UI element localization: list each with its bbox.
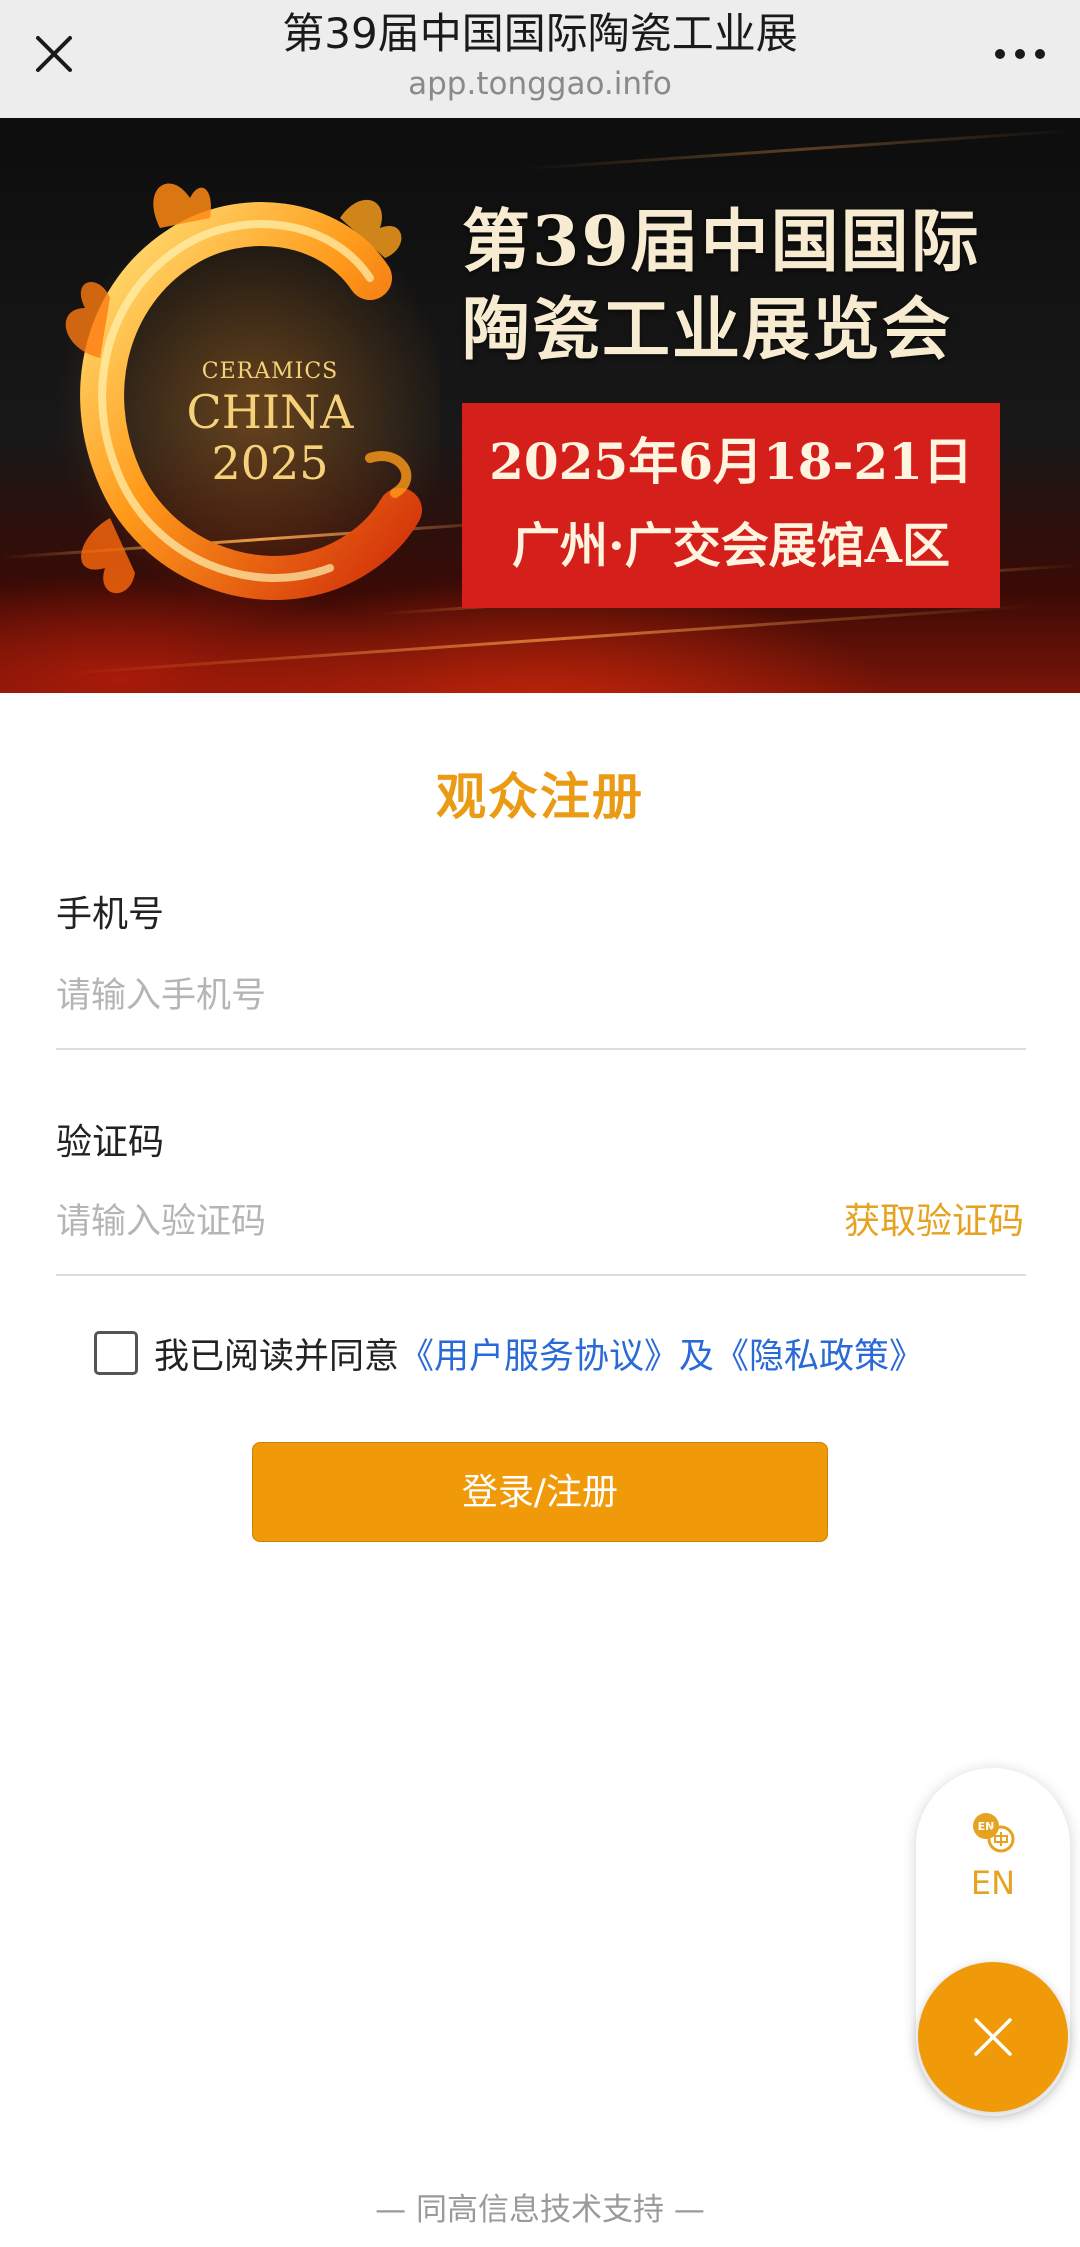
agreement-conjunction: 及 — [679, 1336, 715, 1377]
agreement-checkbox[interactable] — [94, 1331, 138, 1375]
phone-label: 手机号 — [56, 894, 165, 935]
phone-input[interactable] — [56, 968, 816, 1024]
get-code-button[interactable]: 获取验证码 — [844, 1194, 1024, 1250]
close-icon — [974, 2018, 1012, 2056]
event-banner: CERAMICS CHINA 2025 第39届中国国际 陶瓷工业展览会 202… — [0, 118, 1080, 693]
language-switch-icon: EN — [916, 1808, 1070, 1858]
code-label: 验证码 — [56, 1122, 165, 1163]
code-input[interactable] — [56, 1194, 776, 1250]
page-url: app.tonggao.info — [408, 66, 672, 102]
banner-headline: 第39届中国国际 陶瓷工业展览会 — [462, 198, 1022, 374]
headline-line-2: 陶瓷工业展览会 — [462, 290, 953, 370]
logo-wordmark: CERAMICS CHINA 2025 — [165, 358, 375, 488]
event-info-box: 2025年6月18-21日 广州·广交会展馆A区 — [462, 403, 1000, 608]
login-register-button[interactable]: 登录/注册 — [252, 1442, 828, 1542]
terms-link[interactable]: 《用户服务协议》 — [399, 1328, 679, 1379]
form-title: 观众注册 — [436, 768, 644, 826]
top-nav-bar: 第39届中国国际陶瓷工业展 app.tonggao.info — [0, 0, 1080, 118]
language-label: EN — [970, 1864, 1016, 1902]
close-icon[interactable] — [32, 32, 76, 76]
agreement-text: 我已阅读并同意 — [154, 1336, 400, 1377]
more-dots-icon[interactable] — [992, 38, 1048, 70]
headline-line-1: 第39届中国国际 — [462, 202, 981, 282]
floating-close-button[interactable] — [918, 1962, 1068, 2112]
agreement-row: 我已阅读并同意 《用户服务协议》 及 《隐私政策》 — [94, 1328, 924, 1378]
phone-divider — [56, 1048, 1026, 1050]
event-venue: 广州·广交会展馆A区 — [512, 518, 950, 574]
language-switch-button[interactable]: EN EN — [916, 1808, 1070, 1918]
footer-credit: — 同高信息技术支持 — — [375, 2192, 705, 2228]
logo-line-2: CHINA — [186, 385, 354, 439]
logo-line-1: CERAMICS — [201, 359, 339, 384]
page-title: 第39届中国国际陶瓷工业展 — [282, 9, 798, 58]
event-date: 2025年6月18-21日 — [489, 432, 973, 491]
privacy-link[interactable]: 《隐私政策》 — [714, 1328, 924, 1379]
light-streak — [520, 128, 1080, 171]
code-divider — [56, 1274, 1026, 1276]
logo-line-3: 2025 — [211, 436, 329, 490]
